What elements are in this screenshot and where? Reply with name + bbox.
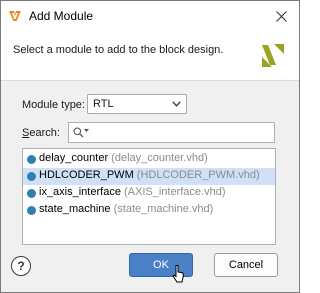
prompt-text: Select a module to add to the block desi…: [13, 44, 224, 56]
vivado-logo-icon: [8, 9, 22, 23]
module-entry: delay_counter (delay_counter.vhd): [39, 152, 208, 164]
list-item[interactable]: ix_axis_interface (AXIS_interface.vhd): [23, 185, 275, 202]
search-box[interactable]: [68, 122, 275, 143]
module-name: state_machine: [39, 203, 111, 215]
add-module-dialog: Add Module Select a module to add to the…: [0, 0, 300, 293]
title-bar[interactable]: Add Module: [1, 1, 299, 31]
module-type-value: RTL: [93, 98, 114, 110]
module-type-select[interactable]: RTL: [87, 94, 187, 114]
list-item-selected[interactable]: HDLCODER_PWM (HDLCODER_PWM.vhd): [23, 168, 275, 185]
module-file: (HDLCODER_PWM.vhd): [136, 169, 260, 181]
search-icon: [73, 127, 84, 138]
window-title: Add Module: [29, 9, 94, 23]
help-button[interactable]: ?: [11, 256, 31, 276]
module-name: HDLCODER_PWM: [39, 169, 134, 181]
module-file: (delay_counter.vhd): [111, 152, 208, 164]
module-list[interactable]: delay_counter (delay_counter.vhd) HDLCOD…: [22, 148, 276, 245]
module-entry: state_machine (state_machine.vhd): [39, 203, 213, 215]
close-button[interactable]: [263, 1, 299, 31]
module-name: ix_axis_interface: [39, 186, 121, 198]
close-icon: [275, 10, 287, 22]
search-options-chevron-icon[interactable]: [84, 128, 89, 133]
search-input[interactable]: [91, 125, 271, 140]
module-file: (state_machine.vhd): [113, 203, 214, 215]
module-type-label: Module type:: [22, 99, 85, 111]
module-icon: [27, 206, 36, 215]
list-item[interactable]: delay_counter (delay_counter.vhd): [23, 151, 275, 168]
module-entry: ix_axis_interface (AXIS_interface.vhd): [39, 186, 226, 198]
module-entry: HDLCODER_PWM (HDLCODER_PWM.vhd): [39, 169, 260, 181]
chevron-down-icon: [172, 101, 181, 107]
ok-button[interactable]: OK: [129, 253, 193, 277]
list-item[interactable]: state_machine (state_machine.vhd): [23, 202, 275, 219]
search-label: Search:: [22, 127, 60, 139]
module-name: delay_counter: [39, 152, 109, 164]
xilinx-logo-icon: [260, 41, 286, 69]
module-file: (AXIS_interface.vhd): [124, 186, 226, 198]
search-label-rest: earch:: [29, 127, 60, 139]
module-icon: [27, 189, 36, 198]
cancel-button[interactable]: Cancel: [214, 253, 278, 277]
module-icon: [27, 172, 36, 181]
dialog-header: Select a module to add to the block desi…: [1, 31, 299, 81]
module-icon: [27, 155, 36, 164]
